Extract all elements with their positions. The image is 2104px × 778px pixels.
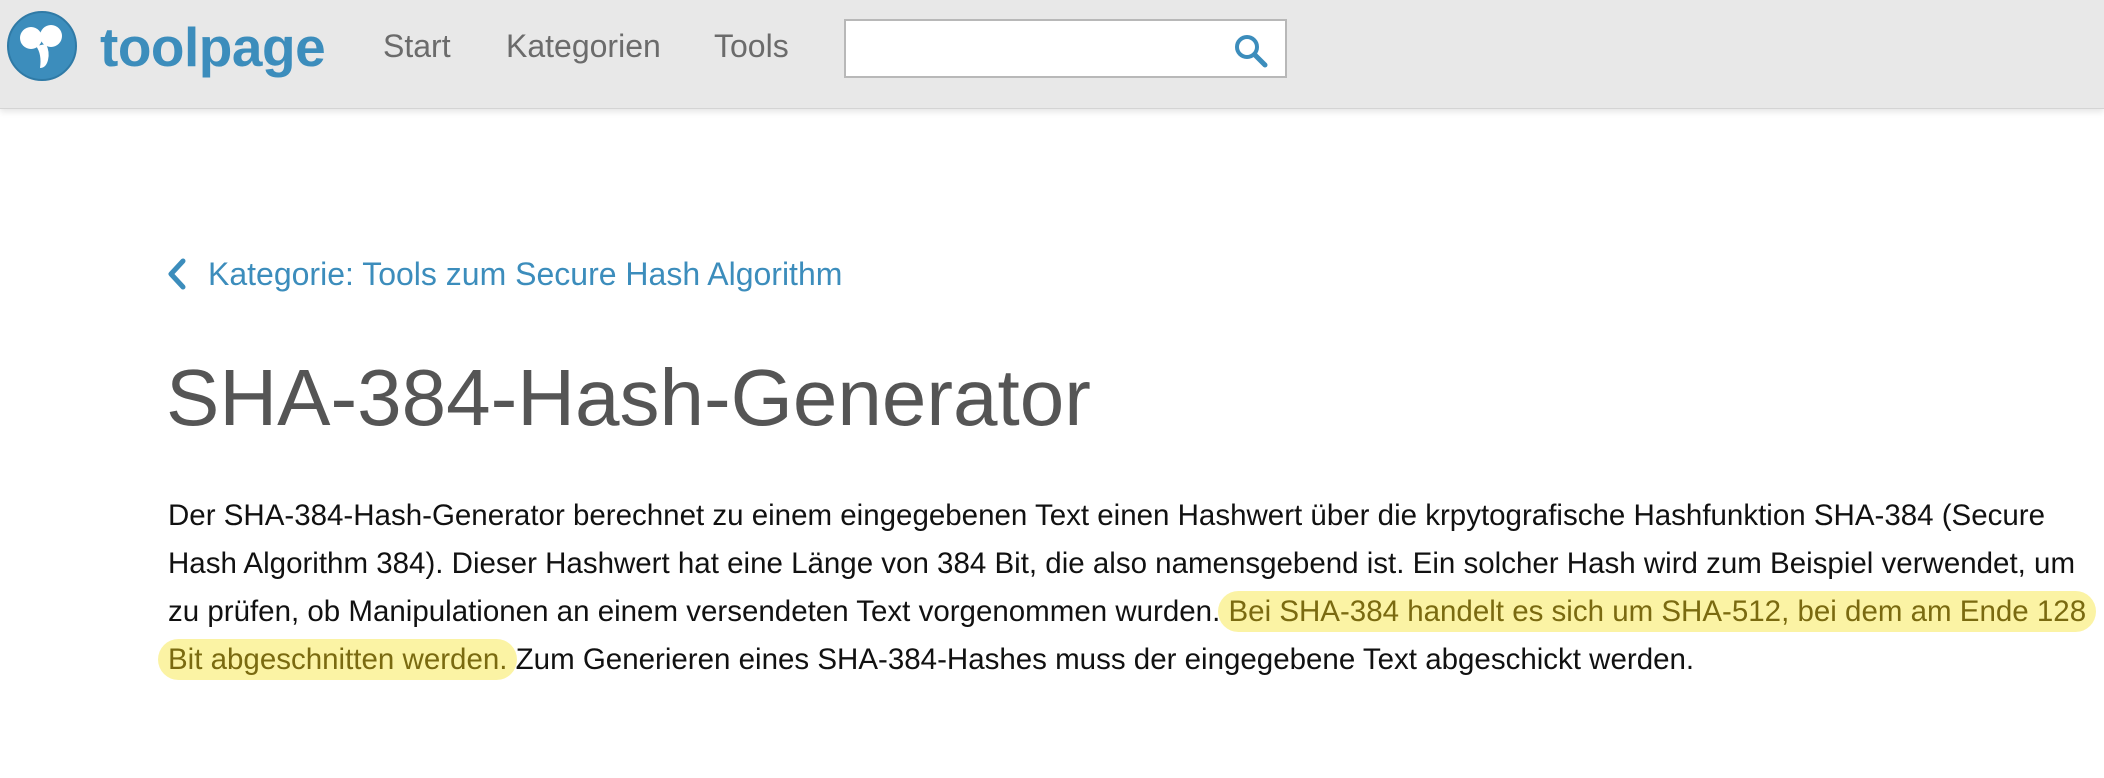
- page-description: Der SHA-384-Hash-Generator berechnet zu …: [158, 492, 2104, 684]
- top-header: toolpage Start Kategorien Tools: [0, 0, 2104, 109]
- nav-start[interactable]: Start: [383, 26, 451, 66]
- chevron-left-icon: [168, 258, 186, 290]
- page-title: SHA-384-Hash-Generator: [166, 353, 1091, 442]
- search-box: [844, 19, 1287, 78]
- site-logo-link[interactable]: toolpage: [100, 14, 326, 80]
- toolpage-logo-icon[interactable]: [6, 10, 78, 82]
- nav-tools[interactable]: Tools: [714, 26, 789, 66]
- breadcrumb-label: Kategorie: Tools zum Secure Hash Algorit…: [208, 256, 843, 292]
- nav-kategorien[interactable]: Kategorien: [506, 26, 661, 66]
- search-input[interactable]: [846, 21, 1216, 76]
- search-icon[interactable]: [1233, 33, 1269, 69]
- breadcrumb-category-link[interactable]: Kategorie: Tools zum Secure Hash Algorit…: [166, 252, 842, 296]
- description-text-2: Zum Generieren eines SHA-384-Hashes muss…: [507, 643, 1695, 676]
